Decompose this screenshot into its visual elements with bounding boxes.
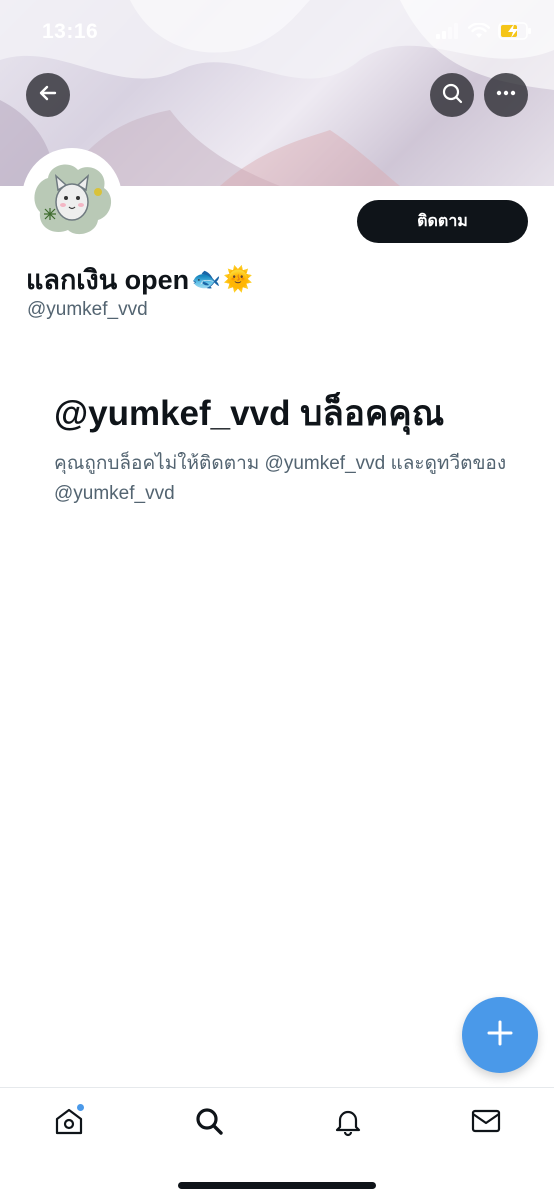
search-icon <box>441 82 463 109</box>
status-icons <box>436 22 532 45</box>
tab-search[interactable] <box>189 1103 229 1143</box>
arrow-left-icon <box>37 82 59 109</box>
bell-icon <box>332 1105 364 1142</box>
battery-charging-icon <box>498 22 532 45</box>
blocked-title: @yumkef_vvd บล็อคคุณ <box>54 394 445 433</box>
plus-icon <box>486 1019 514 1052</box>
more-button[interactable] <box>484 73 528 117</box>
avatar-image <box>26 152 118 244</box>
status-time: 13:16 <box>42 20 99 43</box>
display-name: แลกเงิน open 🐟 🌞 <box>26 258 253 301</box>
more-horizontal-icon <box>495 82 517 109</box>
compose-tweet-button[interactable] <box>462 997 538 1073</box>
profile-handle: @yumkef_vvd <box>27 299 148 320</box>
avatar[interactable] <box>22 148 122 248</box>
cellular-signal-icon <box>436 23 460 44</box>
wifi-icon <box>468 22 490 44</box>
home-unread-dot <box>76 1103 85 1112</box>
search-button[interactable] <box>430 73 474 117</box>
fish-emoji: 🐟 <box>191 266 222 293</box>
sun-emoji: 🌞 <box>223 266 253 293</box>
tab-home[interactable] <box>49 1103 89 1143</box>
follow-button[interactable]: ติดตาม <box>357 200 528 243</box>
mail-icon <box>470 1105 502 1142</box>
back-button[interactable] <box>26 73 70 117</box>
tab-messages[interactable] <box>466 1103 506 1143</box>
tab-notifications[interactable] <box>328 1103 368 1143</box>
display-name-text: แลกเงิน open <box>26 265 190 295</box>
blocked-description: คุณถูกบล็อคไม่ให้ติดตาม @yumkef_vvd และด… <box>54 453 507 504</box>
home-indicator <box>178 1182 376 1189</box>
search-icon <box>193 1105 225 1142</box>
